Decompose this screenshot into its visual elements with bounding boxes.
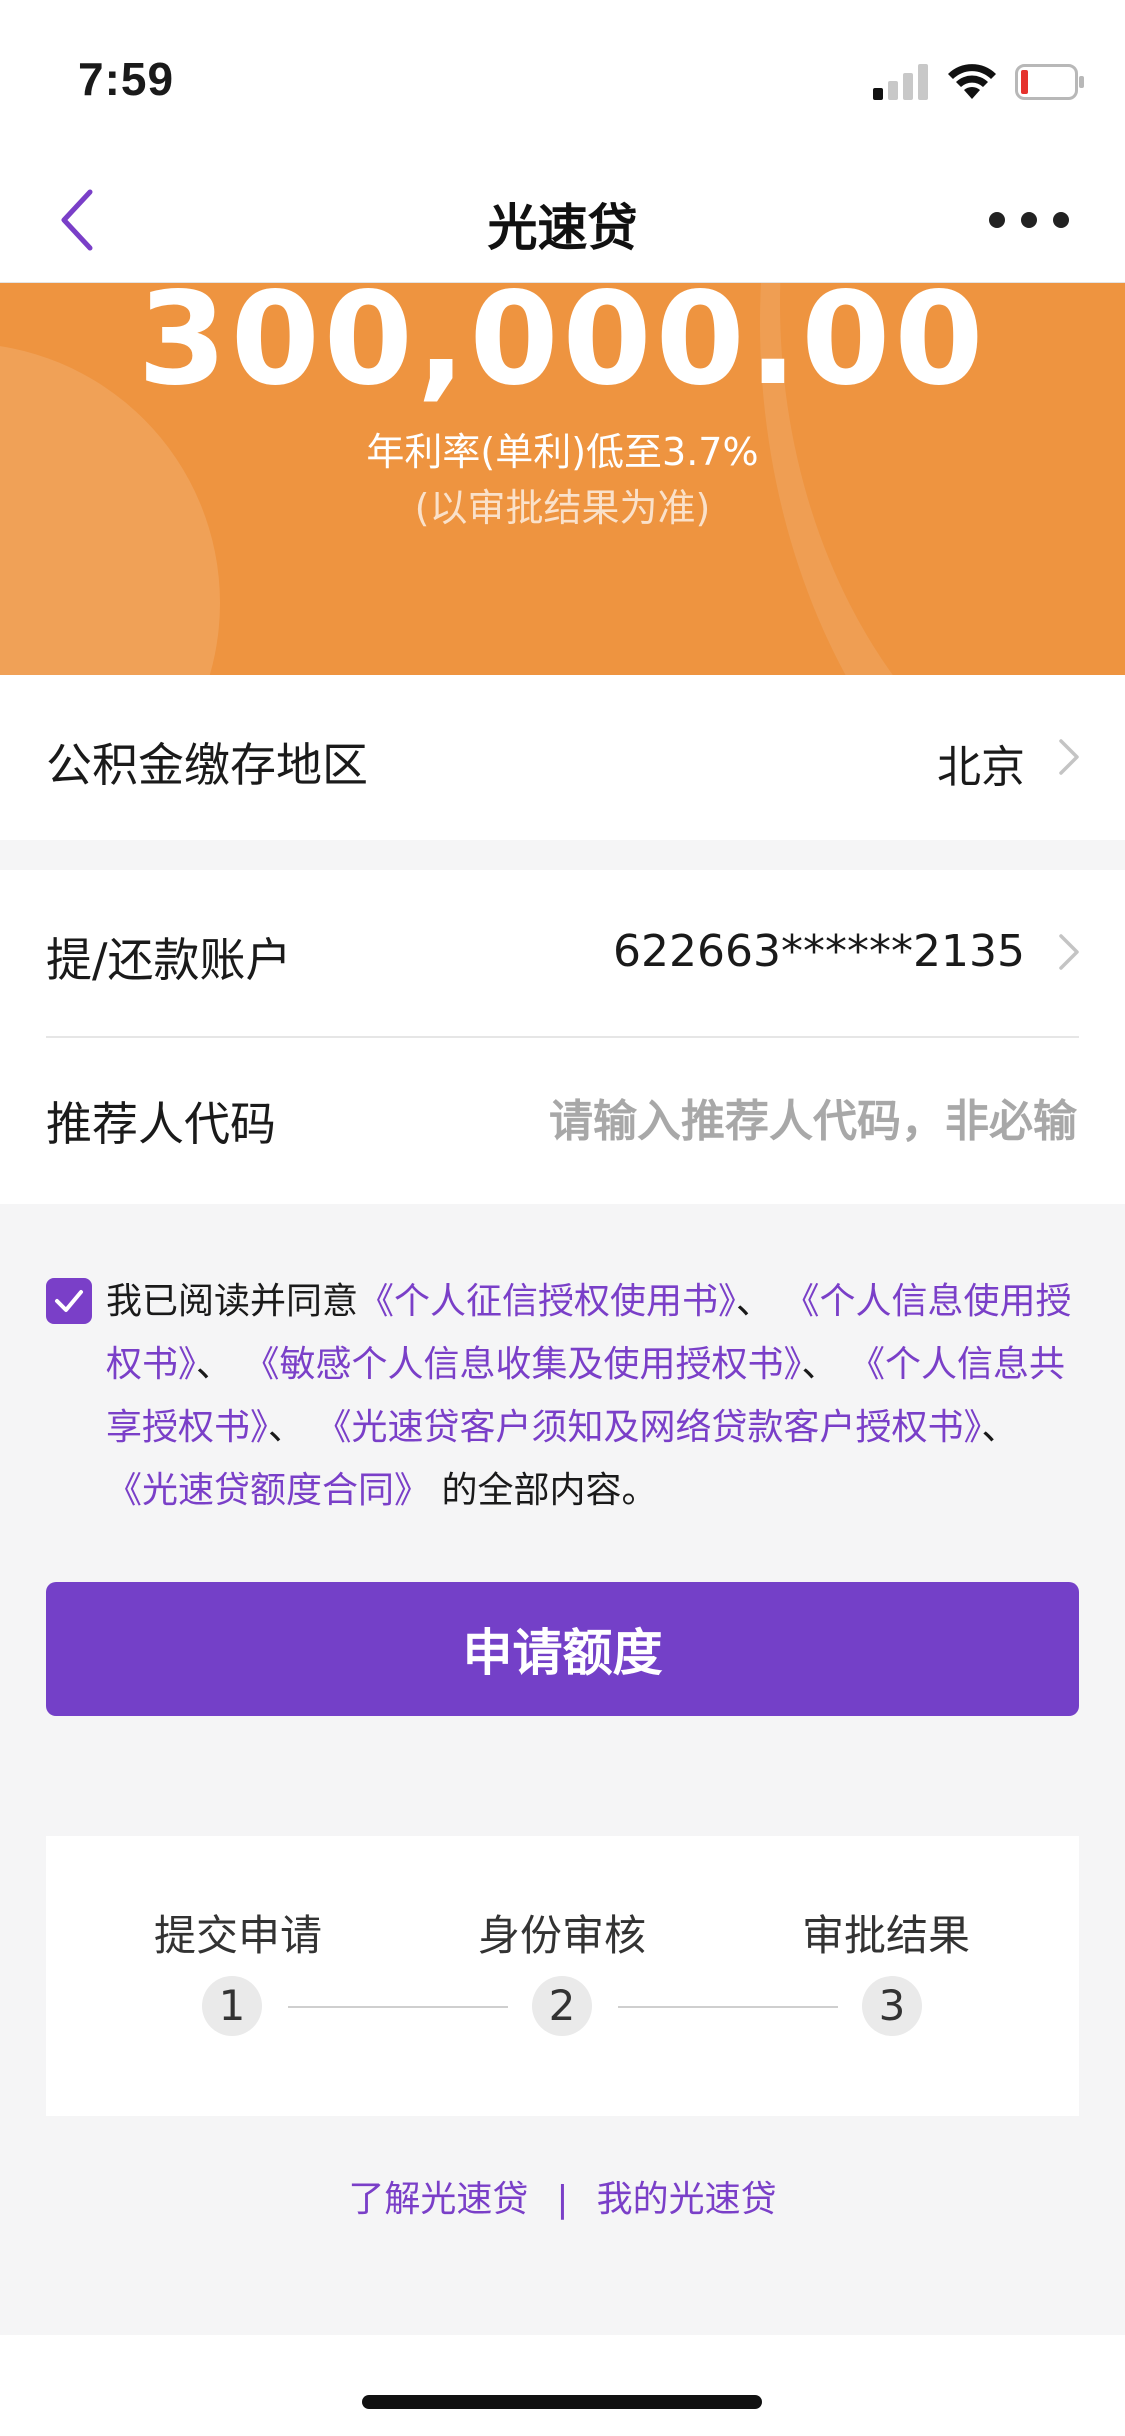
status-time: 7:59	[78, 53, 175, 105]
doc-link-credit-contract[interactable]: 《光速贷额度合同》	[106, 1470, 430, 1511]
agreement-checkbox[interactable]	[46, 1278, 92, 1324]
nav-bar: 光速贷	[0, 160, 1125, 283]
loan-banner: 300,000.00 年利率(单利)低至3.7% (以审批结果为准)	[0, 283, 1125, 675]
agreement-separator: 、	[981, 1407, 1018, 1448]
agreement-prefix: 我已阅读并同意	[106, 1281, 359, 1322]
account-row[interactable]: 提/还款账户 622663******2135	[0, 870, 1125, 1036]
page-title: 光速贷	[487, 199, 638, 257]
application-steps: 提交申请 身份审核 审批结果 1 2 3	[46, 1836, 1079, 2116]
footer-links: 了解光速贷 | 我的光速贷	[0, 2170, 1125, 2222]
interest-rate: 年利率(单利)低至3.7%	[366, 430, 759, 474]
more-dot-icon	[989, 212, 1005, 228]
footer-divider: |	[556, 2179, 569, 2220]
step-label: 提交申请	[153, 1911, 322, 1960]
bottom-area	[0, 2335, 1125, 2436]
region-row[interactable]: 公积金缴存地区 北京	[0, 675, 1125, 840]
region-label: 公积金缴存地区	[46, 738, 368, 792]
my-loan-link[interactable]: 我的光速贷	[597, 2179, 777, 2220]
doc-link-sensitive-info[interactable]: 《敏感个人信息收集及使用授权书》	[243, 1344, 801, 1385]
wifi-icon	[948, 64, 996, 99]
agreement-separator: 、	[196, 1344, 233, 1385]
agreement-suffix: 的全部内容。	[441, 1470, 658, 1511]
rate-note: (以审批结果为准)	[414, 486, 711, 530]
more-dot-icon	[1053, 212, 1069, 228]
step-connector	[618, 2006, 838, 2008]
loan-amount: 300,000.00	[137, 283, 988, 414]
cellular-signal-icon	[873, 64, 928, 100]
chevron-right-icon	[1059, 934, 1079, 970]
doc-link-credit-authorization[interactable]: 《个人征信授权使用书》	[358, 1281, 736, 1322]
learn-more-link[interactable]: 了解光速贷	[348, 2179, 528, 2220]
home-indicator[interactable]	[362, 2395, 762, 2409]
account-value: 622663******2135	[613, 926, 1025, 977]
referrer-code-input[interactable]	[415, 1080, 1079, 1162]
step-connector	[288, 2006, 508, 2008]
more-dot-icon	[1021, 212, 1037, 228]
status-bar: 7:59	[0, 0, 1125, 160]
apply-credit-button[interactable]: 申请额度	[46, 1582, 1079, 1716]
more-button[interactable]	[989, 200, 1069, 240]
referrer-label: 推荐人代码	[46, 1097, 276, 1151]
step-number: 1	[202, 1976, 262, 2036]
status-icons	[873, 60, 1085, 104]
agreement-separator: 、	[801, 1344, 838, 1385]
doc-link-customer-notice[interactable]: 《光速贷客户须知及网络贷款客户授权书》	[315, 1407, 981, 1448]
account-label: 提/还款账户	[46, 933, 292, 987]
step-number: 3	[862, 1976, 922, 2036]
step-label: 审批结果	[801, 1911, 970, 1960]
chevron-right-icon	[1059, 739, 1079, 775]
agreement-separator: 、	[736, 1281, 773, 1322]
agreement-text: 我已阅读并同意《个人征信授权使用书》、 《个人信息使用授权书》、 《敏感个人信息…	[106, 1270, 1096, 1522]
checkmark-icon	[55, 1290, 83, 1312]
battery-low-icon	[1015, 64, 1084, 100]
referrer-row: 推荐人代码	[0, 1038, 1125, 1204]
region-value: 北京	[937, 742, 1025, 793]
agreement-separator: 、	[268, 1407, 305, 1448]
account-group: 提/还款账户 622663******2135 推荐人代码	[0, 870, 1125, 1204]
step-number: 2	[532, 1976, 592, 2036]
step-label: 身份审核	[477, 1911, 646, 1960]
